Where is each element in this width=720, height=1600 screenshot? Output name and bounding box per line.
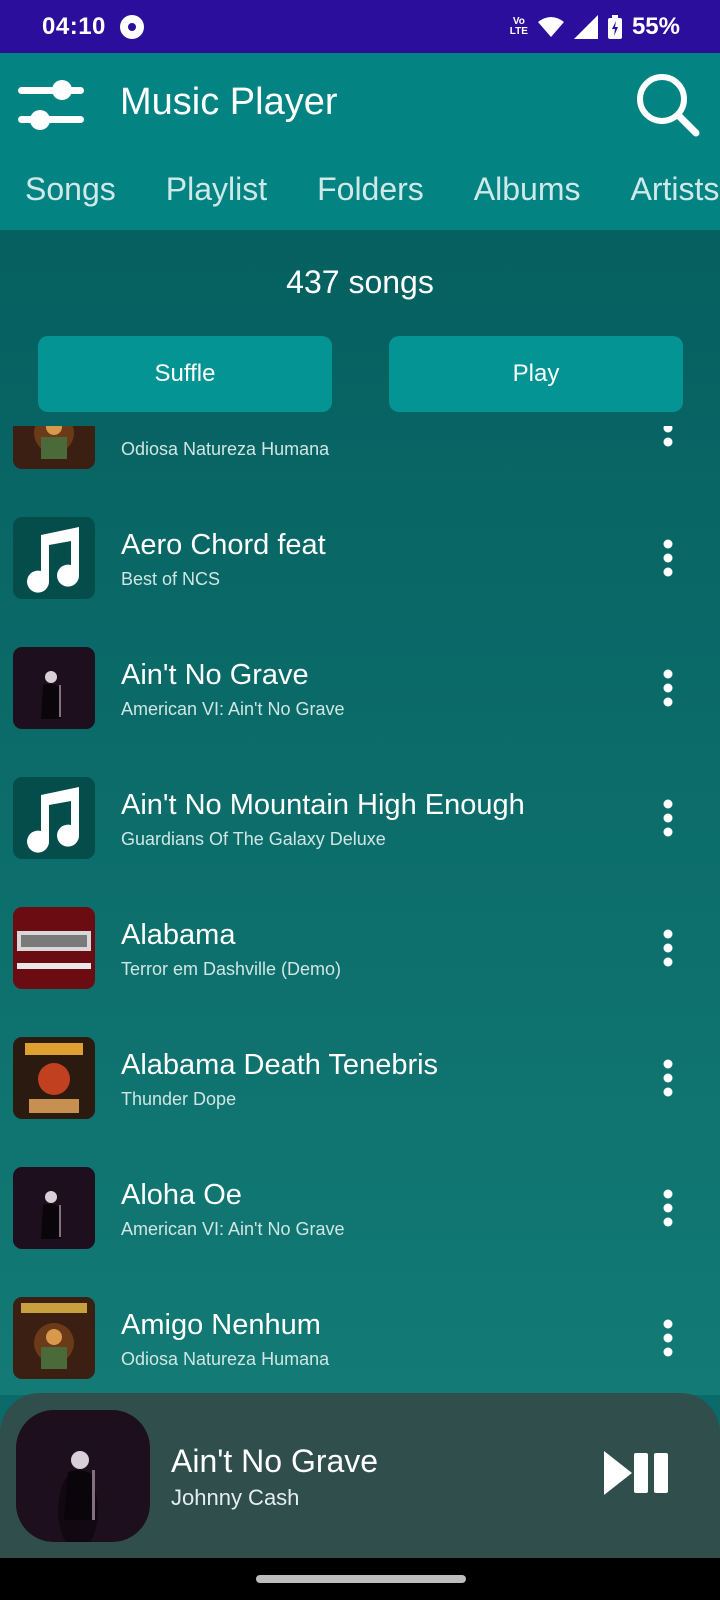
more-options-icon[interactable] <box>652 1188 684 1228</box>
tab-bar: Songs Playlist Folders Albums Artists <box>0 171 720 221</box>
song-row[interactable]: Alabama Death Tenebris Thunder Dope <box>0 1002 720 1132</box>
album-art <box>13 1037 95 1119</box>
song-title: Ain't No Mountain High Enough <box>121 789 525 821</box>
app-bar: Music Player Songs Playlist Folders Albu… <box>0 53 720 230</box>
song-album: Odiosa Natureza Humana <box>121 1349 330 1369</box>
battery-icon <box>607 14 622 39</box>
song-count: 437 songs <box>286 264 434 300</box>
song-title: Aloha Oe <box>121 1179 242 1211</box>
now-playing-title: Ain't No Grave <box>171 1443 379 1479</box>
song-row[interactable]: Ain't No Mountain High Enough Guardians O… <box>0 742 720 872</box>
shuffle-button[interactable]: Suffle <box>38 336 332 412</box>
mini-player[interactable]: Ain't No Grave Johnny Cash <box>0 1393 720 1558</box>
status-bar: 04:10 Vo LTE 55% <box>0 0 720 53</box>
equalizer-menu-icon[interactable] <box>18 77 86 133</box>
song-album: Best of NCS <box>121 569 221 589</box>
more-options-icon[interactable] <box>652 668 684 708</box>
song-title: Amigo Nenhum <box>121 1309 321 1341</box>
song-album: American VI: Ain't No Grave <box>121 1219 345 1239</box>
more-options-icon[interactable] <box>652 798 684 838</box>
song-list[interactable]: Odiosa Natureza Humana Aero Chord feat Bes… <box>0 426 720 1395</box>
search-icon[interactable] <box>634 71 702 139</box>
play-pause-icon[interactable] <box>604 1451 674 1495</box>
more-options-icon[interactable] <box>652 538 684 578</box>
tab-artists[interactable]: Artists <box>631 171 720 221</box>
song-row[interactable]: Amigo Nenhum Odiosa Natureza Humana <box>0 1262 720 1392</box>
volte-indicator: Vo LTE <box>509 15 528 37</box>
now-playing-album-art <box>16 1410 150 1542</box>
song-album: American VI: Ain't No Grave <box>121 699 345 719</box>
songs-panel: 437 songs Suffle Play Odiosa Natureza Hu… <box>0 230 720 1395</box>
tab-songs[interactable]: Songs <box>25 171 116 221</box>
song-row[interactable]: Aloha Oe American VI: Ain't No Grave <box>0 1132 720 1262</box>
now-playing-artist: Johnny Cash <box>171 1485 300 1510</box>
song-title: Alabama <box>121 919 236 951</box>
album-art <box>13 1297 95 1379</box>
song-album: Guardians Of The Galaxy Deluxe <box>121 829 386 849</box>
album-art <box>13 1167 95 1249</box>
status-time: 04:10 <box>42 12 106 40</box>
song-title: Aero Chord feat <box>121 529 326 561</box>
more-options-icon[interactable] <box>652 928 684 968</box>
song-album: Odiosa Natureza Humana <box>121 439 330 459</box>
battery-percent: 55% <box>631 12 680 40</box>
song-row[interactable]: Alabama Terror em Dashville (Demo) <box>0 872 720 1002</box>
song-row[interactable]: Aero Chord feat Best of NCS <box>0 482 720 612</box>
album-art <box>13 777 95 859</box>
app-title: Music Player <box>120 81 338 123</box>
play-all-button[interactable]: Play <box>389 336 683 412</box>
tab-folders[interactable]: Folders <box>317 171 424 221</box>
tab-albums[interactable]: Albums <box>474 171 581 221</box>
album-art <box>13 517 95 599</box>
album-art <box>13 907 95 989</box>
song-album: Thunder Dope <box>121 1089 237 1109</box>
app-notification-icon <box>119 14 144 39</box>
signal-icon <box>573 14 598 39</box>
more-options-icon[interactable] <box>652 1318 684 1358</box>
song-album: Terror em Dashville (Demo) <box>121 959 342 979</box>
album-art <box>13 426 95 469</box>
home-gesture-handle[interactable] <box>256 1575 466 1583</box>
song-title: Alabama Death Tenebris <box>121 1049 439 1081</box>
song-row[interactable]: Odiosa Natureza Humana <box>0 426 720 482</box>
song-row[interactable]: Ain't No Grave American VI: Ain't No Grav… <box>0 612 720 742</box>
more-options-icon[interactable] <box>652 1058 684 1098</box>
status-icons: Vo LTE 55% <box>510 13 680 41</box>
navigation-bar <box>0 1558 720 1600</box>
song-title: Ain't No Grave <box>121 659 309 691</box>
wifi-icon <box>537 16 564 37</box>
tab-playlist[interactable]: Playlist <box>166 171 267 221</box>
more-options-icon[interactable] <box>652 426 684 448</box>
album-art <box>13 647 95 729</box>
